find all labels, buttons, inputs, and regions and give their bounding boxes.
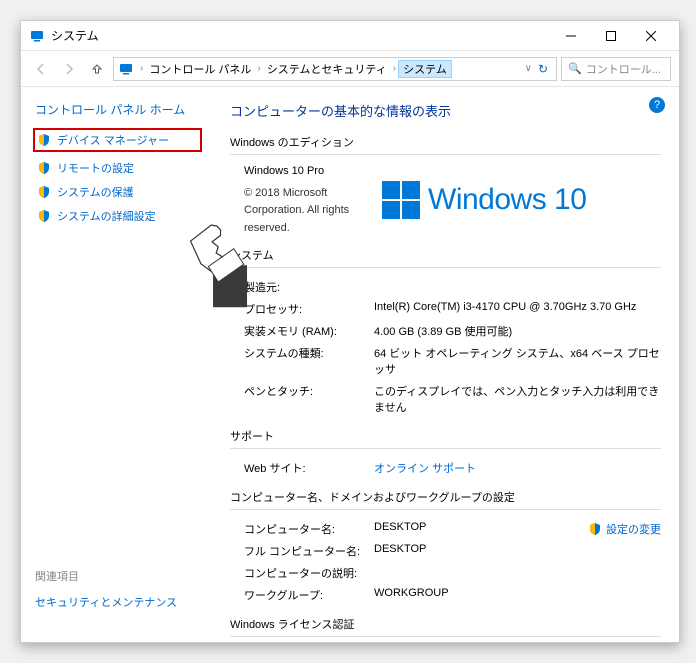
section-header: Windows のエディション [230,134,661,155]
control-panel-home-link[interactable]: コントロール パネル ホーム [35,101,202,118]
system-small-icon [118,61,134,77]
sidebar-item-remote[interactable]: リモートの設定 [35,156,202,180]
chevron-right-icon: › [255,63,262,74]
window-controls [551,22,671,50]
windows-squares-icon [382,181,420,219]
section-header: Windows ライセンス認証 [230,616,661,637]
search-input[interactable]: 🔍 コントロール... [561,57,671,81]
change-settings-link[interactable]: 設定の変更 [588,521,661,537]
related-header: 関連項目 [35,568,202,584]
name-section: コンピューター名、ドメインおよびワークグループの設定 コンピューター名: DES… [230,489,661,606]
maximize-button[interactable] [591,22,631,50]
activation-section: Windows ライセンス認証 Windows はライセンス認証されています。 … [230,616,661,642]
online-support-link[interactable]: オンライン サポート [374,460,476,476]
search-icon: 🔍 [568,62,582,75]
back-button[interactable] [29,57,53,81]
info-row: 実装メモリ (RAM):4.00 GB (3.89 GB 使用可能) [244,320,661,342]
related-section: 関連項目 セキュリティとメンテナンス [35,568,202,610]
window-title: システム [51,27,551,44]
system-window: システム › コントロール パネル › システムとセキュリティ › システム ∨… [20,20,680,643]
windows-logo-text: Windows 10 [428,183,586,217]
close-button[interactable] [631,22,671,50]
shield-icon [37,185,51,199]
minimize-button[interactable] [551,22,591,50]
content-area: ? コントロール パネル ホーム デバイス マネージャー リモートの設定 システ… [21,87,679,642]
copyright-text: © 2018 Microsoft Corporation. All rights… [230,185,350,238]
section-header: コンピューター名、ドメインおよびワークグループの設定 [230,489,661,510]
edition-section: Windows のエディション Windows 10 Pro © 2018 Mi… [230,134,661,237]
shield-icon [588,522,602,536]
search-placeholder: コントロール... [586,61,661,77]
info-row: システムの種類:64 ビット オペレーティング システム、x64 ベース プロセ… [244,342,661,380]
info-row: プロセッサ:Intel(R) Core(TM) i3-4170 CPU @ 3.… [244,298,661,320]
main-panel: コンピューターの基本的な情報の表示 Windows のエディション Window… [216,87,679,642]
shield-icon [37,133,51,147]
edition-text: Windows 10 Pro © 2018 Microsoft Corporat… [230,163,350,237]
info-row: ペンとタッチ:このディスプレイでは、ペン入力とタッチ入力は利用できません [244,380,661,418]
windows-logo: Windows 10 [382,163,586,237]
sidebar-link-label: デバイス マネージャー [57,132,169,148]
sidebar: コントロール パネル ホーム デバイス マネージャー リモートの設定 システムの… [21,87,216,642]
info-row: Web サイト: オンライン サポート [244,457,661,479]
info-row: 製造元: [244,276,661,298]
sidebar-item-advanced[interactable]: システムの詳細設定 [35,204,202,228]
up-button[interactable] [85,57,109,81]
shield-icon [37,161,51,175]
system-section: システム 製造元: プロセッサ:Intel(R) Core(TM) i3-417… [230,247,661,418]
info-row: コンピューター名: DESKTOP 設定の変更 [244,518,661,540]
related-link-security[interactable]: セキュリティとメンテナンス [35,597,177,609]
info-row: ワークグループ:WORKGROUP [244,584,661,606]
dropdown-icon[interactable]: ∨ [523,63,534,74]
system-icon [29,28,45,44]
navbar: › コントロール パネル › システムとセキュリティ › システム ∨ ↻ 🔍 … [21,51,679,87]
chevron-right-icon: › [391,63,398,74]
sidebar-link-label: システムの詳細設定 [57,208,156,224]
section-header: システム [230,247,661,268]
breadcrumb-item[interactable]: システムとセキュリティ [263,61,391,77]
edition-name: Windows 10 Pro [230,163,350,181]
section-header: サポート [230,428,661,449]
page-heading: コンピューターの基本的な情報の表示 [230,101,661,120]
sidebar-item-device-manager[interactable]: デバイス マネージャー [33,128,202,152]
help-icon[interactable]: ? [649,97,665,113]
shield-icon [37,209,51,223]
info-row: コンピューターの説明: [244,562,661,584]
refresh-button[interactable]: ↻ [534,62,552,76]
sidebar-link-label: リモートの設定 [57,160,134,176]
sidebar-link-label: システムの保護 [57,184,134,200]
chevron-right-icon: › [138,63,145,74]
sidebar-item-protection[interactable]: システムの保護 [35,180,202,204]
forward-button[interactable] [57,57,81,81]
breadcrumb-item[interactable]: コントロール パネル [145,61,255,77]
address-bar[interactable]: › コントロール パネル › システムとセキュリティ › システム ∨ ↻ [113,57,557,81]
breadcrumb-item-current[interactable]: システム [398,60,452,78]
titlebar: システム [21,21,679,51]
info-row: フル コンピューター名:DESKTOP [244,540,661,562]
support-section: サポート Web サイト: オンライン サポート [230,428,661,479]
